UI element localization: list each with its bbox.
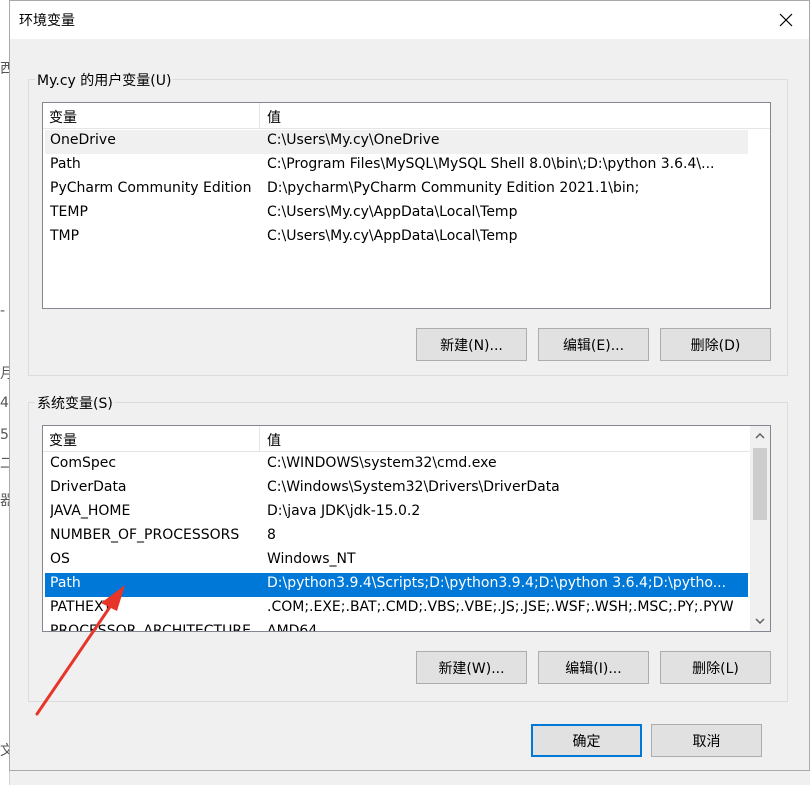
table-row[interactable]: NUMBER_OF_PROCESSORS 8: [45, 525, 748, 549]
table-row[interactable]: Path C:\Program Files\MySQL\MySQL Shell …: [45, 154, 748, 178]
system-variables-list[interactable]: 变量 值 ComSpec C:\WINDOWS\system32\cmd.exe…: [42, 425, 771, 632]
table-row[interactable]: PROCESSOR_ARCHITECTURE AMD64: [45, 621, 748, 631]
chevron-down-icon: [755, 618, 765, 624]
table-row[interactable]: ComSpec C:\WINDOWS\system32\cmd.exe: [45, 453, 748, 477]
user-variables-label: My.cy 的用户变量(U): [35, 70, 174, 90]
list-header: 变量 值: [43, 426, 770, 452]
scrollbar-thumb[interactable]: [753, 448, 767, 520]
system-delete-button[interactable]: 删除(L): [660, 651, 771, 684]
table-row[interactable]: OneDrive C:\Users\My.cy\OneDrive: [45, 130, 748, 154]
user-variables-group: My.cy 的用户变量(U) 变量 值 OneDrive C:\Users\My…: [28, 70, 788, 376]
cancel-button[interactable]: 取消: [651, 724, 762, 757]
system-edit-button[interactable]: 编辑(I)...: [538, 651, 649, 684]
close-icon: [779, 13, 793, 27]
ok-button[interactable]: 确定: [531, 724, 642, 757]
scroll-down-button[interactable]: [750, 611, 770, 631]
window-title: 环境变量: [19, 13, 75, 29]
table-row[interactable]: DriverData C:\Windows\System32\Drivers\D…: [45, 477, 748, 501]
close-button[interactable]: [763, 1, 809, 39]
vertical-scrollbar[interactable]: [750, 426, 770, 631]
system-variables-label: 系统变量(S): [35, 393, 115, 413]
column-header-name[interactable]: 变量: [49, 107, 77, 127]
column-header-value[interactable]: 值: [267, 430, 281, 450]
system-variables-group: 系统变量(S) 变量 值 ComSpec C:\WINDOWS\system32…: [28, 393, 788, 702]
environment-variables-dialog: 环境变量 My.cy 的用户变量(U) 变量 值 OneDrive C:\Use…: [9, 0, 810, 771]
scroll-up-button[interactable]: [750, 426, 770, 446]
column-header-value[interactable]: 值: [267, 107, 281, 127]
system-new-button[interactable]: 新建(W)...: [416, 651, 527, 684]
table-row[interactable]: JAVA_HOME D:\java JDK\jdk-15.0.2: [45, 501, 748, 525]
list-header: 变量 值: [43, 103, 770, 129]
table-row[interactable]: TMP C:\Users\My.cy\AppData\Local\Temp: [45, 226, 748, 250]
user-edit-button[interactable]: 编辑(E)...: [538, 328, 649, 361]
user-variables-list[interactable]: 变量 值 OneDrive C:\Users\My.cy\OneDrive Pa…: [42, 102, 771, 309]
table-row[interactable]: PATHEXT .COM;.EXE;.BAT;.CMD;.VBS;.VBE;.J…: [45, 597, 748, 621]
column-divider[interactable]: [259, 426, 260, 452]
title-bar: 环境变量: [10, 1, 809, 39]
table-row[interactable]: PyCharm Community Edition D:\pycharm\PyC…: [45, 178, 748, 202]
table-row[interactable]: OS Windows_NT: [45, 549, 748, 573]
table-row[interactable]: TEMP C:\Users\My.cy\AppData\Local\Temp: [45, 202, 748, 226]
user-delete-button[interactable]: 删除(D): [660, 328, 771, 361]
column-divider[interactable]: [259, 103, 260, 129]
table-row-selected[interactable]: Path D:\python3.9.4\Scripts;D:\python3.9…: [45, 573, 748, 597]
chevron-up-icon: [755, 433, 765, 439]
user-new-button[interactable]: 新建(N)...: [416, 328, 527, 361]
column-header-name[interactable]: 变量: [49, 430, 77, 450]
